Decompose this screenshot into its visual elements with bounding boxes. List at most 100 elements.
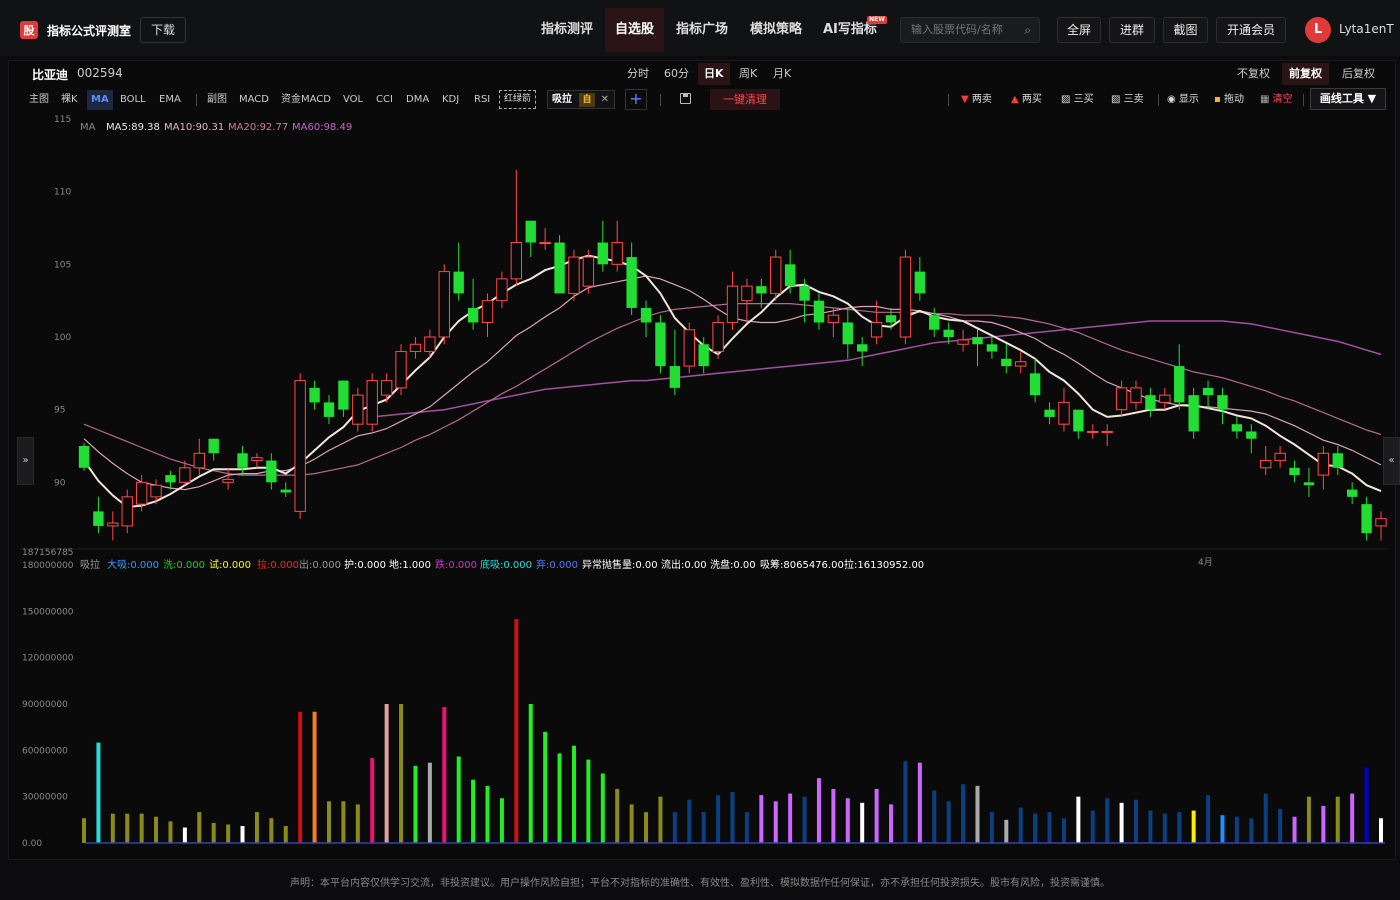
volume-bar xyxy=(744,812,749,843)
volume-bar xyxy=(226,824,231,843)
volume-bar xyxy=(211,822,216,843)
volume-bar xyxy=(370,758,375,843)
volume-legend-item: 洗:0.000 xyxy=(163,560,205,571)
candle-body-down xyxy=(756,286,767,294)
candle-body-down xyxy=(1188,395,1199,432)
candle-body-up xyxy=(1115,387,1128,411)
candle-body-up xyxy=(1015,361,1027,367)
volume-max-label: 187156785 xyxy=(22,548,74,558)
volume-bar xyxy=(96,742,101,843)
volume-bar xyxy=(254,812,259,843)
volume-legend-item: 地:1.000 xyxy=(389,560,431,571)
volume-bars xyxy=(82,619,1383,843)
price-tick-label: 100 xyxy=(54,333,71,343)
volume-legend-item: 流出:0.00 xyxy=(661,560,707,571)
volume-bar xyxy=(125,813,130,843)
volume-bar xyxy=(802,796,807,843)
volume-bar xyxy=(384,704,389,843)
candle-body-up xyxy=(352,394,364,425)
candle-body-down xyxy=(266,460,277,483)
volume-bar xyxy=(1162,813,1167,843)
volume-bar xyxy=(716,795,721,843)
volume-bar xyxy=(1018,807,1023,843)
price-tick-label: 90 xyxy=(54,478,66,488)
volume-bar xyxy=(283,826,288,843)
candle-body-up xyxy=(1375,518,1387,527)
candle-body-down xyxy=(1029,373,1041,396)
volume-bar xyxy=(788,793,793,843)
candle-body-up xyxy=(179,467,191,483)
volume-bar xyxy=(1350,793,1355,843)
candle-body-down xyxy=(784,264,796,287)
volume-bar xyxy=(917,762,922,843)
volume-bar xyxy=(759,795,764,843)
candle-body-up xyxy=(366,380,378,425)
candle-body-up xyxy=(438,271,450,338)
volume-bar xyxy=(427,762,432,843)
volume-tick-label: 90000000 xyxy=(22,700,68,710)
price-axis: 90 95 100 105 110 115 xyxy=(54,115,71,488)
volume-bar xyxy=(687,799,692,843)
volume-bar xyxy=(730,792,735,843)
volume-legend-item: 底吸:0.000 xyxy=(480,560,532,571)
volume-bar xyxy=(499,798,504,843)
candle-body-down xyxy=(597,242,608,265)
candle-body-up xyxy=(121,496,133,527)
volume-bar xyxy=(889,804,894,843)
candle-body-down xyxy=(972,337,983,345)
volume-bar xyxy=(860,802,865,843)
candle-body-up xyxy=(1101,430,1113,433)
volume-bar xyxy=(845,798,850,843)
volume-bar xyxy=(615,788,620,843)
stock-chart-svg[interactable]: 90 95 100 105 110 115 0.00 30000000 60000000 900… xyxy=(0,0,1400,900)
candle-body-down xyxy=(1289,467,1300,476)
volume-bar xyxy=(1306,796,1311,843)
volume-bar xyxy=(154,816,159,843)
volume-bar xyxy=(456,756,461,843)
volume-bar xyxy=(1191,810,1196,843)
volume-bar xyxy=(543,731,548,843)
candle-body-down xyxy=(1202,387,1214,396)
candle-body-down xyxy=(1145,395,1156,410)
volume-bar xyxy=(82,818,86,843)
candle-body-up xyxy=(827,314,840,323)
candle-body-down xyxy=(1073,409,1084,432)
candle-body-up xyxy=(1058,401,1070,425)
candle-body-up xyxy=(1159,394,1171,403)
volume-bar xyxy=(1278,809,1283,843)
volume-tick-label: 0.00 xyxy=(22,839,42,849)
candle-body-down xyxy=(1174,366,1185,403)
volume-legend-item: 吸拉 xyxy=(80,560,100,571)
candle-body-down xyxy=(698,344,709,367)
volume-bar xyxy=(1234,816,1239,843)
volume-bar xyxy=(1148,810,1153,843)
volume-bar xyxy=(1033,813,1038,843)
candle-body-up xyxy=(1087,430,1099,433)
candle-body-up xyxy=(1130,387,1142,403)
volume-bar xyxy=(932,790,937,843)
candle-body-down xyxy=(280,489,291,493)
volume-bar xyxy=(1379,818,1383,843)
volume-bar xyxy=(1321,805,1326,843)
candle-body-up xyxy=(107,522,119,527)
candle-body-up xyxy=(150,484,162,498)
volume-legend-item: 异常抛售量:0.00 xyxy=(582,560,658,571)
candle-body-down xyxy=(237,453,248,468)
candle-body-up xyxy=(1274,452,1286,462)
volume-legend-item: 大吸:0.000 xyxy=(107,560,159,571)
disclaimer-text: 声明：本平台内容仅供学习交流，非投资建议。用户操作风险自担；平台不对指标的准确性… xyxy=(290,878,1110,889)
candle-body-down xyxy=(669,366,681,388)
candle-body-down xyxy=(93,511,104,526)
candle-body-down xyxy=(813,300,825,323)
candle-body-down xyxy=(655,322,666,367)
candle-body-down xyxy=(943,329,954,337)
candle-body-down xyxy=(1303,482,1315,486)
volume-bar xyxy=(1105,798,1110,843)
candle-body-up xyxy=(193,452,205,469)
candle-body-up xyxy=(712,321,724,353)
candle-body-down xyxy=(929,315,940,330)
price-tick-label: 105 xyxy=(54,260,71,270)
volume-tick-label: 30000000 xyxy=(22,793,68,803)
price-tick-label: 115 xyxy=(54,115,71,125)
candle-body-down xyxy=(554,242,565,294)
